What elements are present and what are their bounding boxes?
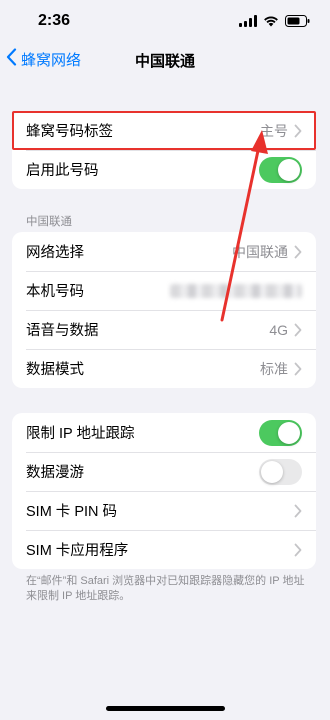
- voice-data-value: 4G: [269, 321, 288, 338]
- toggle-knob: [261, 460, 283, 483]
- chevron-right-icon: [294, 323, 302, 337]
- number-group: 蜂窝号码标签 主号 启用此号码: [12, 111, 316, 189]
- enable-number-label: 启用此号码: [26, 163, 99, 179]
- limit-ip-footer-note: 在“邮件”和 Safari 浏览器中对已知跟踪器隐藏您的 IP 地址来限制 IP…: [26, 575, 305, 602]
- network-selection-label: 网络选择: [26, 245, 84, 261]
- cellular-number-label-row[interactable]: 蜂窝号码标签 主号: [12, 111, 316, 150]
- my-number-label: 本机号码: [26, 284, 84, 300]
- data-roaming-row: 数据漫游: [12, 452, 316, 491]
- chevron-right-icon: [294, 543, 302, 557]
- status-icons: [239, 14, 310, 32]
- carrier-group: 网络选择 中国联通 本机号码 语音与数据 4G 数据模式 标准: [12, 232, 316, 388]
- home-indicator: [106, 706, 225, 711]
- blurred-phone-number: [170, 283, 302, 298]
- status-time: 2:36: [38, 12, 71, 29]
- battery-icon: [285, 14, 310, 32]
- data-roaming-toggle[interactable]: [259, 458, 302, 485]
- data-mode-label: 数据模式: [26, 362, 84, 378]
- cellular-number-label-value: 主号: [260, 122, 288, 139]
- network-selection-value: 中国联通: [232, 243, 288, 260]
- carrier-section-header: 中国联通: [26, 216, 72, 228]
- status-bar: 2:36: [0, 0, 330, 44]
- chevron-right-icon: [294, 245, 302, 259]
- my-number-row[interactable]: 本机号码: [12, 271, 316, 310]
- data-roaming-label: 数据漫游: [26, 465, 84, 481]
- enable-number-toggle[interactable]: [259, 156, 302, 183]
- data-mode-row[interactable]: 数据模式 标准: [12, 349, 316, 388]
- chevron-right-icon: [294, 504, 302, 518]
- voice-data-row[interactable]: 语音与数据 4G: [12, 310, 316, 349]
- toggle-knob: [278, 158, 300, 181]
- sim-apps-row[interactable]: SIM 卡应用程序: [12, 530, 316, 569]
- sim-pin-label: SIM 卡 PIN 码: [26, 504, 118, 520]
- limit-ip-tracking-label: 限制 IP 地址跟踪: [26, 426, 135, 442]
- sim-pin-row[interactable]: SIM 卡 PIN 码: [12, 491, 316, 530]
- signal-icon: [239, 14, 257, 32]
- toggle-knob: [278, 421, 300, 444]
- cellular-number-label-label: 蜂窝号码标签: [26, 124, 113, 140]
- privacy-sim-group: 限制 IP 地址跟踪 数据漫游 SIM 卡 PIN 码 SIM 卡应用程序: [12, 413, 316, 569]
- enable-number-row: 启用此号码: [12, 150, 316, 189]
- limit-ip-tracking-row: 限制 IP 地址跟踪: [12, 413, 316, 452]
- network-selection-row[interactable]: 网络选择 中国联通: [12, 232, 316, 271]
- chevron-right-icon: [294, 362, 302, 376]
- wifi-icon: [263, 14, 279, 32]
- voice-data-label: 语音与数据: [26, 323, 99, 339]
- page-title: 中国联通: [134, 53, 195, 70]
- data-mode-value: 标准: [260, 360, 288, 377]
- navigation-bar: 蜂窝网络 中国联通: [0, 44, 330, 76]
- chevron-right-icon: [294, 124, 302, 138]
- sim-apps-label: SIM 卡应用程序: [26, 543, 129, 559]
- limit-ip-tracking-toggle[interactable]: [259, 419, 302, 446]
